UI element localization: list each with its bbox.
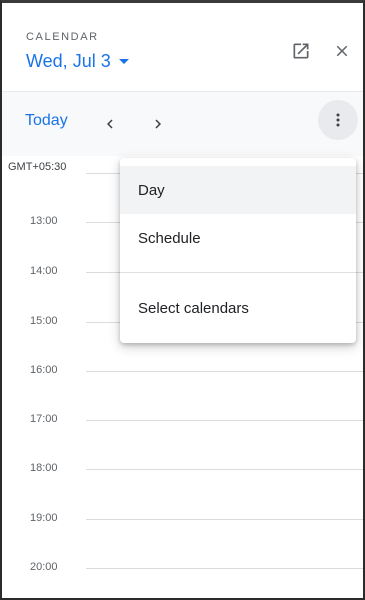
hour-row: 19:00	[2, 512, 363, 524]
hour-label: 17:00	[30, 413, 58, 425]
chevron-left-icon[interactable]	[98, 112, 122, 136]
date-selector[interactable]: Wed, Jul 3	[26, 51, 129, 72]
menu-item-label: Select calendars	[138, 299, 249, 317]
calendar-header: CALENDAR Wed, Jul 3	[2, 3, 363, 91]
hour-row: 20:00	[2, 561, 363, 573]
navigation-bar: Today	[2, 91, 363, 156]
app-label: CALENDAR	[26, 31, 99, 43]
hour-label: 20:00	[30, 561, 58, 573]
caret-down-icon[interactable]	[118, 59, 129, 64]
hour-line	[86, 519, 363, 520]
hour-line	[86, 371, 363, 372]
hour-row: 16:00	[2, 364, 363, 376]
hour-line	[86, 568, 363, 569]
hour-line	[86, 420, 363, 421]
menu-item-label: Day	[138, 181, 165, 199]
menu-item-day[interactable]: Day	[120, 166, 356, 214]
hour-label: 16:00	[30, 364, 58, 376]
menu-divider	[120, 272, 356, 273]
close-icon[interactable]	[330, 39, 354, 63]
today-button[interactable]: Today	[25, 112, 68, 130]
hour-row: 17:00	[2, 413, 363, 425]
menu-item-select-calendars[interactable]: Select calendars	[120, 284, 356, 332]
chevron-right-icon[interactable]	[146, 112, 170, 136]
timezone-label: GMT+05:30	[8, 161, 67, 173]
hour-label: 15:00	[30, 315, 58, 327]
more-vert-icon[interactable]	[318, 100, 358, 140]
hour-label: 18:00	[30, 462, 58, 474]
current-date[interactable]: Wed, Jul 3	[26, 51, 111, 72]
hour-label: 14:00	[30, 265, 58, 277]
hour-line	[86, 469, 363, 470]
calendar-panel: CALENDAR Wed, Jul 3 Today GMT+05:30 13:0…	[0, 0, 365, 600]
view-menu: Day Schedule Select calendars	[120, 158, 356, 343]
open-in-new-icon[interactable]	[289, 39, 313, 63]
menu-item-label: Schedule	[138, 229, 201, 247]
hour-row: 18:00	[2, 462, 363, 474]
hour-label: 13:00	[30, 215, 58, 227]
hour-label: 19:00	[30, 512, 58, 524]
menu-item-schedule[interactable]: Schedule	[120, 214, 356, 262]
